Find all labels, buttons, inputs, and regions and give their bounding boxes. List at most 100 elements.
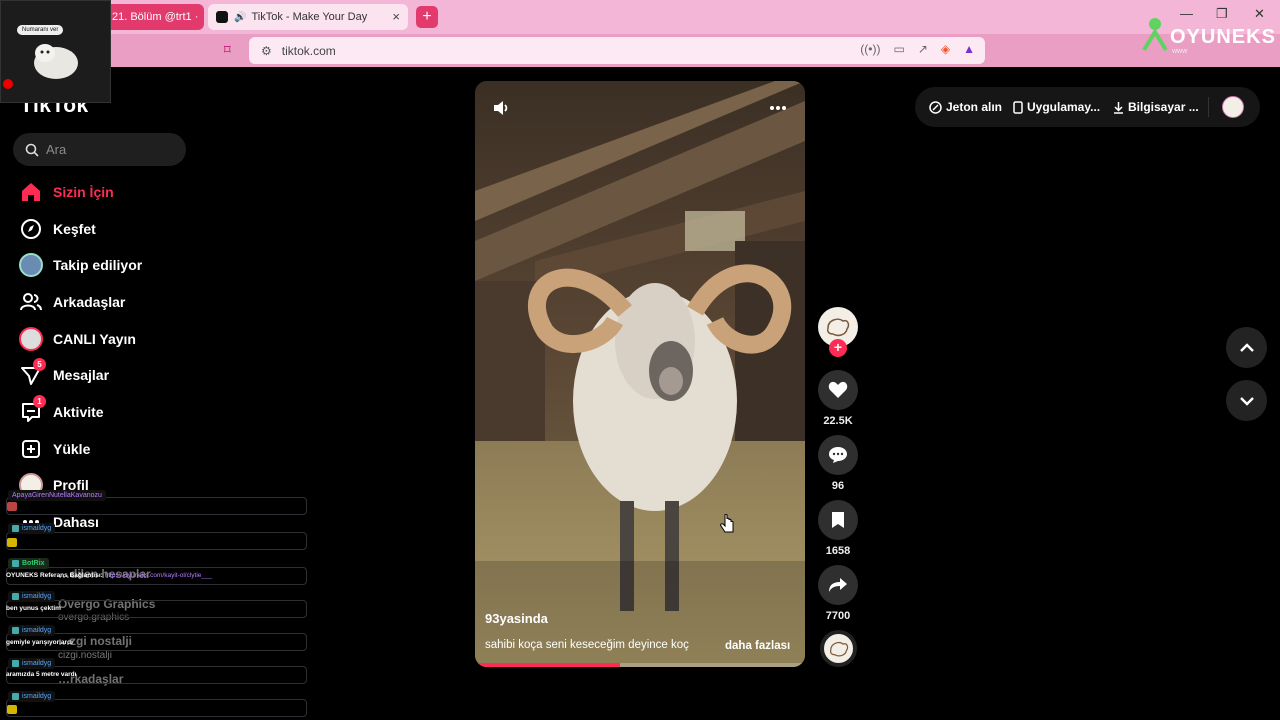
- sidebar-item-explore[interactable]: Keşfet: [18, 215, 96, 243]
- video-author-name[interactable]: 93yasinda: [485, 611, 548, 626]
- divider: [1208, 97, 1209, 117]
- search-input[interactable]: Ara: [13, 133, 186, 166]
- chat-username-wrap: ismaildyg: [8, 523, 56, 534]
- download-icon: [1114, 101, 1123, 114]
- video-player[interactable]: 93yasinda sahibi koça seni keseceğim dey…: [475, 81, 805, 667]
- dog-image: [34, 44, 78, 79]
- oyuneks-watermark: OYUNEKS www: [1140, 16, 1276, 60]
- chat-message: [6, 532, 307, 550]
- platform-icon: [12, 627, 19, 634]
- platform-icon: [12, 593, 19, 600]
- webcam-overlay: Numaranı ver: [0, 0, 111, 103]
- hand-cursor-icon: [720, 514, 734, 533]
- chat-username: BotRix: [22, 560, 45, 567]
- brave-rewards-icon[interactable]: ▲: [963, 42, 975, 56]
- browser-tab-bar: 21. Bölüm @trt1 · 🔊 TikTok - Make Your D…: [0, 0, 1280, 34]
- share-count: 7700: [825, 610, 851, 622]
- recording-dot-icon: [3, 79, 13, 89]
- brave-shield-icon[interactable]: ◈: [941, 42, 950, 56]
- chevron-up-icon: [1239, 342, 1254, 352]
- address-bar[interactable]: ⚙ tiktok.com ((•)) ▭ ↗ ◈ ▲: [249, 37, 985, 64]
- bookmark-icon: [832, 512, 844, 528]
- desktop-app-button[interactable]: Bilgisayar ...: [1113, 100, 1199, 114]
- home-icon: [18, 179, 44, 205]
- save-count: 1658: [825, 545, 851, 557]
- video-top-controls: [475, 81, 805, 135]
- save-button[interactable]: [818, 500, 858, 540]
- oyuneks-subtext: www: [1172, 48, 1188, 55]
- broadcast-icon[interactable]: ((•)): [860, 42, 880, 56]
- platform-icon: [12, 660, 19, 667]
- chat-username: ismaildyg: [22, 525, 52, 532]
- sidebar-item-label: Keşfet: [53, 221, 96, 237]
- more-options-icon[interactable]: [769, 105, 787, 111]
- profile-avatar[interactable]: [1222, 96, 1244, 118]
- sidebar-item-label: CANLI Yayın: [53, 331, 136, 347]
- browser-tab-tiktok[interactable]: 🔊 TikTok - Make Your Day ×: [208, 4, 408, 30]
- platform-icon: [12, 693, 19, 700]
- get-app-button[interactable]: Uygulamay...: [1013, 100, 1100, 114]
- tiktok-favicon-icon: [216, 11, 228, 23]
- phone-icon: [1013, 100, 1023, 114]
- sidebar-item-label: Dahası: [53, 514, 99, 530]
- search-icon: [25, 143, 39, 157]
- follow-button[interactable]: +: [829, 339, 847, 357]
- sidebar-item-live[interactable]: CANLI Yayın: [18, 325, 136, 353]
- sidebar-item-upload[interactable]: Yükle: [18, 435, 90, 463]
- coin-icon: [929, 100, 942, 114]
- chat-username: ismaildyg: [22, 693, 52, 700]
- video-description: sahibi koça seni keseceğim deyince koç: [485, 639, 689, 651]
- messages-badge: 5: [33, 358, 46, 371]
- chat-link[interactable]: https://oyuneks.com/kayit-ol/clytie___: [105, 572, 213, 579]
- chat-username-wrap: ismaildyg: [8, 691, 56, 702]
- share-arrow-icon: [829, 578, 847, 592]
- oyuneks-text: OYUNEKS: [1170, 26, 1276, 48]
- chat-username-wrap: ismaildyg: [8, 591, 56, 602]
- comment-count: 96: [831, 480, 845, 492]
- browser-tab-trt1[interactable]: 21. Bölüm @trt1 ·: [104, 4, 204, 30]
- cast-icon[interactable]: ▭: [893, 42, 904, 56]
- tab-label: 21. Bölüm @trt1 ·: [112, 11, 199, 23]
- share-button[interactable]: [818, 565, 858, 605]
- tab-close-icon[interactable]: ×: [392, 9, 400, 24]
- speaker-icon[interactable]: 🔊: [234, 12, 246, 23]
- volume-icon[interactable]: [492, 99, 510, 117]
- comment-button[interactable]: [818, 435, 858, 475]
- bookmark-icon[interactable]: ⌑: [224, 42, 231, 58]
- sidebar-item-activity[interactable]: 1 Aktivite: [18, 395, 104, 426]
- chat-text: gemiyle yarışıyorlardı: [6, 639, 73, 646]
- more-text-link[interactable]: daha fazlası: [725, 640, 790, 652]
- get-coins-button[interactable]: Jeton alın: [929, 100, 1002, 114]
- video-progress-bar[interactable]: [475, 663, 805, 667]
- platform-icon: [12, 560, 19, 567]
- get-app-label: Uygulamay...: [1027, 100, 1101, 114]
- tab-label: TikTok - Make Your Day: [251, 11, 368, 23]
- sidebar-item-messages[interactable]: 5 Mesajlar: [18, 358, 109, 389]
- get-coins-label: Jeton alın: [946, 100, 1003, 114]
- like-count: 22.5K: [823, 415, 853, 427]
- music-disc[interactable]: [820, 630, 857, 667]
- sidebar-item-for-you[interactable]: Sizin İçin: [18, 178, 114, 206]
- chat-username: ismaildyg: [22, 660, 52, 667]
- sidebar-item-following[interactable]: Takip ediliyor: [18, 251, 142, 279]
- chat-emote-icon: [7, 538, 17, 547]
- previous-video-button[interactable]: [1226, 327, 1267, 368]
- chat-username-wrap: ismaildyg: [8, 625, 56, 636]
- chat-text: aramızda 5 metre vardı: [6, 671, 77, 678]
- ram-video-frame: [475, 81, 805, 667]
- account-handle: cizgi.nostalji: [58, 650, 112, 661]
- chat-text: ben yunus çektim: [6, 605, 61, 612]
- site-info-icon[interactable]: ⚙: [261, 44, 272, 58]
- sidebar-item-friends[interactable]: Arkadaşlar: [18, 288, 125, 316]
- chat-text: OYUNEKS Referans Bağlantısı: https://oyu…: [6, 572, 212, 579]
- chat-username: ismaildyg: [22, 593, 52, 600]
- screen: 21. Bölüm @trt1 · 🔊 TikTok - Make Your D…: [0, 0, 1280, 720]
- messages-icon: 5: [18, 358, 46, 388]
- new-tab-button[interactable]: +: [416, 6, 438, 28]
- next-video-button[interactable]: [1226, 380, 1267, 421]
- like-button[interactable]: [818, 370, 858, 410]
- upload-icon: [18, 436, 44, 462]
- sidebar-item-label: Aktivite: [53, 404, 104, 420]
- share-icon[interactable]: ↗: [918, 42, 928, 56]
- creator-avatar-image: [827, 318, 850, 337]
